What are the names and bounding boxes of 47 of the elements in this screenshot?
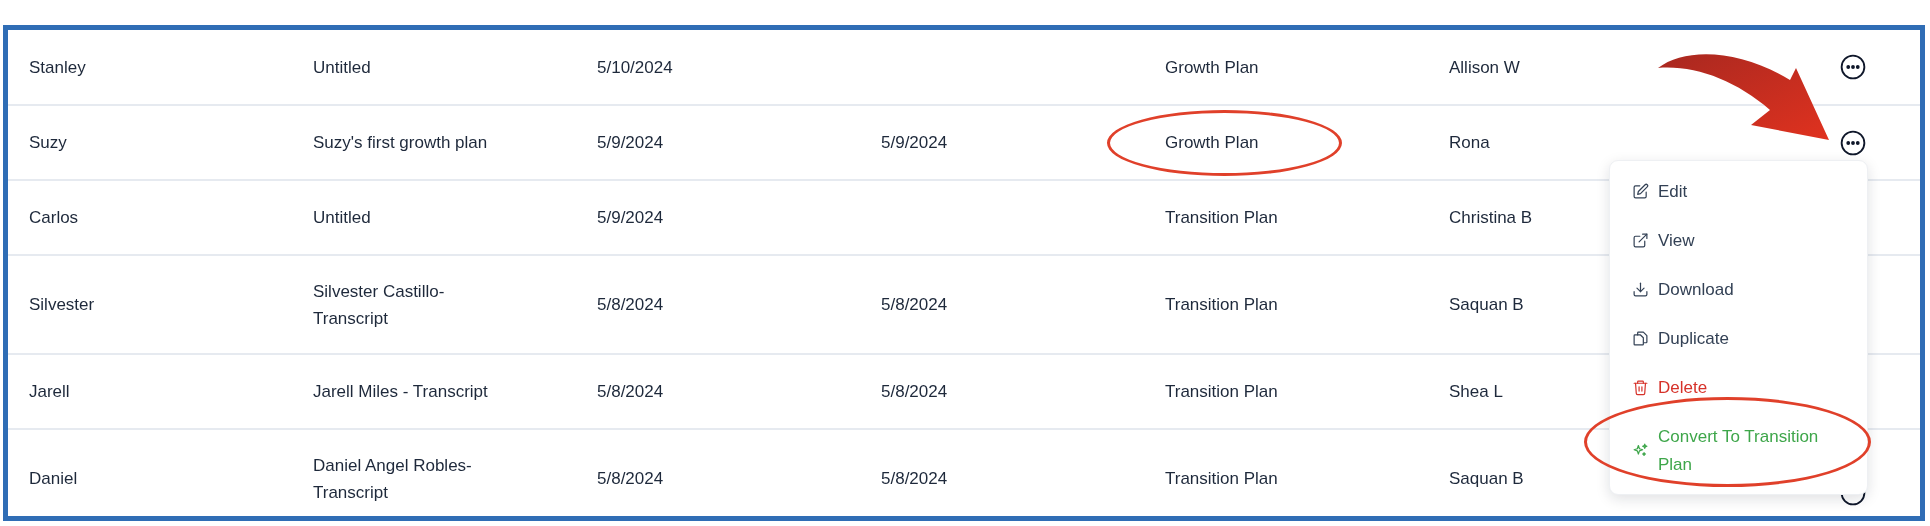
more-options-button[interactable] [1840, 129, 1866, 156]
table-cell: 5/8/2024 [597, 469, 664, 488]
table-cell: Daniel Angel Robles-Transcript [313, 455, 472, 502]
table-cell: Untitled [313, 208, 371, 227]
trash-icon [1632, 378, 1649, 396]
table-cell: Growth Plan [1165, 133, 1259, 152]
table-cell: Daniel [29, 469, 78, 488]
menu-item[interactable]: Duplicate [1610, 313, 1867, 363]
table-cell: Rona [1449, 133, 1490, 152]
table-cell: Jarell Miles - Transcript [313, 382, 488, 401]
table-cell: Stanley [29, 57, 86, 77]
table-cell: 5/9/2024 [881, 133, 948, 152]
table-cell: Untitled [313, 57, 371, 77]
table-cell: 5/8/2024 [881, 469, 948, 488]
table-cell: 5/8/2024 [597, 295, 664, 314]
table-cell: Transition Plan [1165, 382, 1278, 401]
copy-icon [1632, 329, 1649, 347]
table-cell: Allison W [1449, 57, 1520, 77]
table-cell: Shea L [1449, 382, 1503, 401]
table-cell: Carlos [29, 208, 79, 227]
table-cell: 5/8/2024 [881, 382, 948, 401]
table-cell: Christina B [1449, 208, 1533, 227]
table-cell: 5/10/2024 [597, 57, 673, 77]
pencil-square-icon [1632, 182, 1649, 200]
table-cell: Suzy [29, 133, 67, 152]
table-cell: Growth Plan [1165, 57, 1259, 77]
table-cell: Transition Plan [1165, 469, 1278, 488]
table-cell: Jarell [29, 382, 70, 401]
table-cell: 5/8/2024 [881, 295, 948, 314]
table-cell: Transition Plan [1165, 208, 1278, 227]
table-cell: Saquan B [1449, 469, 1524, 488]
table-cell: 5/9/2024 [597, 208, 664, 227]
table-cell: Suzy's first growth plan [313, 133, 488, 152]
table-cell: Transition Plan [1165, 295, 1278, 314]
menu-item[interactable]: Delete [1610, 362, 1867, 412]
table-cell: Silvester Castillo-Transcript [313, 281, 445, 328]
menu-item[interactable]: Edit [1610, 166, 1867, 216]
external-link-icon [1632, 231, 1649, 249]
download-icon [1632, 280, 1649, 298]
table-cell: 5/9/2024 [597, 133, 664, 152]
menu-item[interactable]: Download [1610, 264, 1867, 314]
sparkles-icon [1632, 442, 1649, 459]
menu-item[interactable]: View [1610, 215, 1867, 265]
table-cell: Saquan B [1449, 295, 1524, 314]
more-options-button[interactable] [1840, 54, 1866, 80]
table-cell: Silvester [29, 295, 95, 314]
table-cell: 5/8/2024 [597, 382, 664, 401]
